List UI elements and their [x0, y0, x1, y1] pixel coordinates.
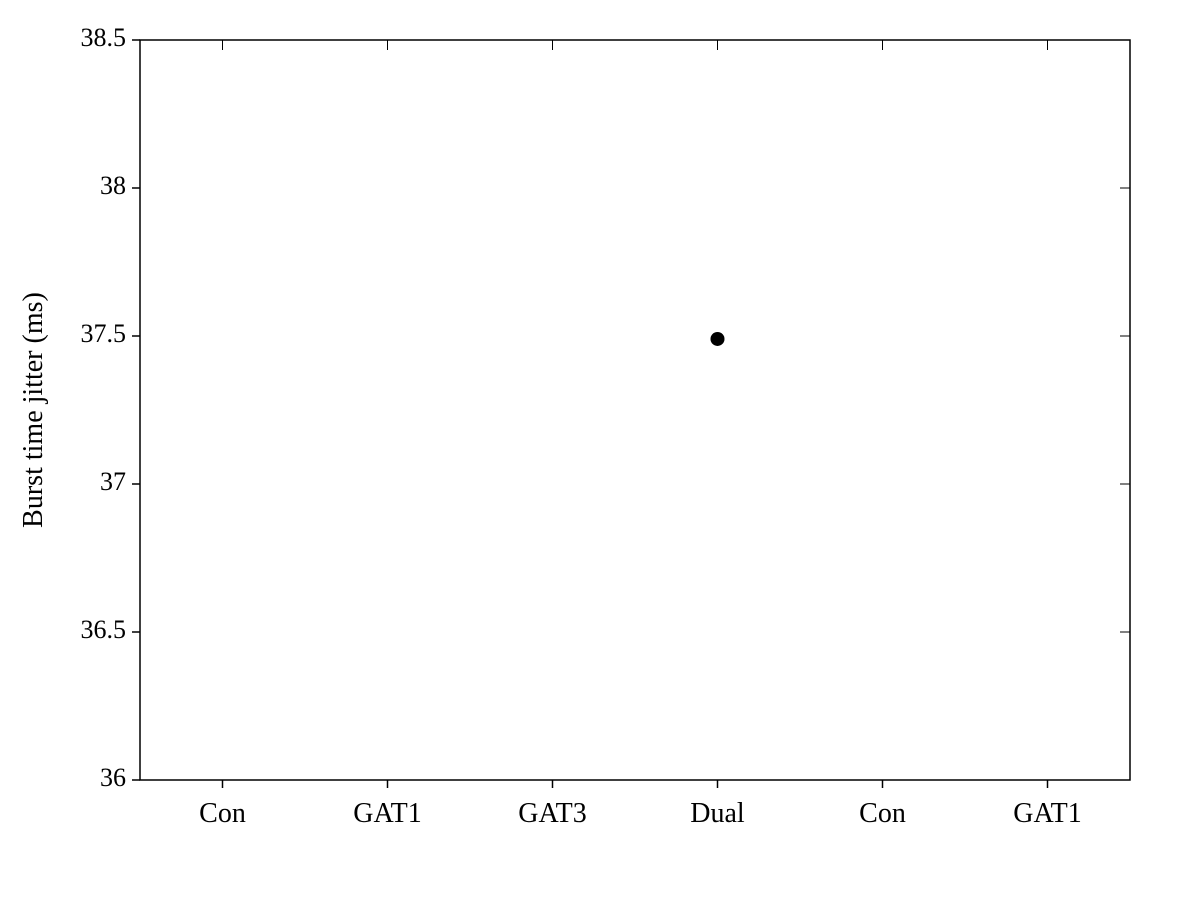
- svg-text:GAT1: GAT1: [1013, 798, 1081, 829]
- chart-container: 36 36.5 37 37.5 38 38.5 Con GAT1 GAT3 Dual Con GAT1…: [0, 0, 1200, 900]
- svg-text:38: 38: [100, 171, 126, 200]
- svg-text:37.5: 37.5: [81, 319, 127, 348]
- svg-text:36: 36: [100, 763, 126, 792]
- svg-text:38.5: 38.5: [81, 23, 127, 52]
- svg-text:37: 37: [100, 467, 126, 496]
- svg-text:GAT1: GAT1: [353, 798, 421, 829]
- scatter-plot: 36 36.5 37 37.5 38 38.5 Con GAT1 GAT3 Dual Con GAT1…: [0, 0, 1200, 900]
- svg-text:Con: Con: [199, 798, 246, 829]
- svg-text:Dual: Dual: [690, 798, 745, 829]
- svg-text:Con: Con: [859, 798, 906, 829]
- svg-text:GAT3: GAT3: [518, 798, 586, 829]
- svg-text:36.5: 36.5: [81, 615, 127, 644]
- svg-text:Burst time jitter (ms): Burst time jitter (ms): [18, 292, 49, 528]
